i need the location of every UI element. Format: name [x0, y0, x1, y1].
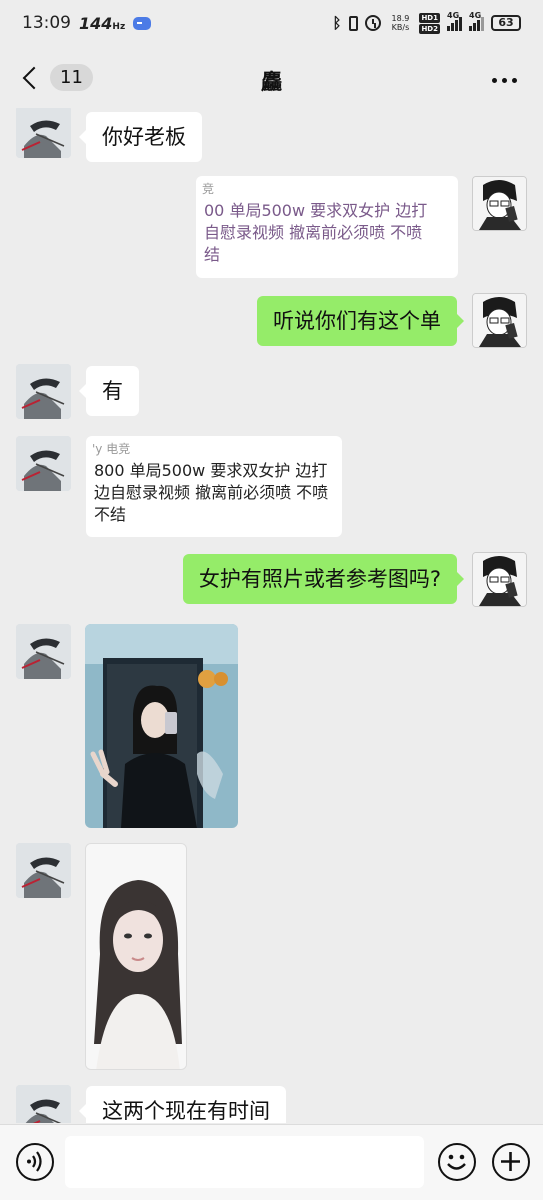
quote-header: 竞 [202, 182, 215, 196]
message-bubble-self[interactable]: 女护有照片或者参考图吗? [182, 554, 465, 604]
contact-avatar[interactable] [16, 1085, 71, 1123]
my-avatar[interactable] [472, 176, 527, 231]
message-bubble-self[interactable]: 听说你们有这个单 [257, 296, 464, 346]
contact-avatar[interactable] [16, 624, 71, 679]
quote-body: 00 单局500w 要求双女护 边打 自慰录视频 撤离前必须喷 不喷 结 [204, 201, 428, 264]
contact-avatar[interactable] [16, 364, 71, 419]
message-bubble-other[interactable]: 这两个现在有时间 [79, 1086, 286, 1123]
voice-icon[interactable] [16, 1143, 54, 1181]
vibrate-icon [349, 15, 359, 31]
more-icon[interactable] [492, 78, 517, 83]
my-avatar[interactable] [472, 552, 527, 607]
refresh-rate: 144Hz [79, 13, 126, 33]
message-bubble-other[interactable]: 有 [79, 366, 139, 416]
status-time: 13:09 [22, 13, 71, 33]
quote-body: 800 单局500w 要求双女护 边打 边自慰录视频 撤离前必须喷 不喷 不结 [94, 461, 329, 524]
my-avatar[interactable] [472, 293, 527, 348]
portrait-photo[interactable] [85, 843, 187, 1070]
signal-icon: 4G [447, 11, 462, 31]
contact-avatar[interactable] [16, 843, 71, 898]
contact-avatar[interactable] [16, 436, 71, 491]
alarm-icon [365, 15, 382, 31]
game-icon [133, 16, 152, 30]
status-bar: 13:09 144Hz ᛒ 18.9 KB/s HD1 HD2 4G 4G 63 [0, 0, 543, 46]
quote-header: 'y 电竞 [92, 442, 131, 456]
emoji-icon[interactable] [438, 1143, 476, 1181]
mirror-selfie-photo[interactable] [85, 624, 238, 828]
back-chevron-icon [22, 66, 46, 89]
network-speed: 18.9 KB/s [391, 14, 410, 32]
plus-icon[interactable] [492, 1143, 530, 1181]
quoted-screenshot-card[interactable]: 竞 00 单局500w 要求双女护 边打 自慰录视频 撤离前必须喷 不喷 结 [196, 176, 458, 278]
quoted-screenshot-card[interactable]: 'y 电竞 800 单局500w 要求双女护 边打 边自慰录视频 撤离前必须喷 … [86, 436, 342, 537]
message-list[interactable]: 你好老板 竞 00 单局500w 要求双女护 边打 自慰录视频 撤离前必须喷 不… [0, 108, 543, 1123]
back-button[interactable]: 11 [20, 64, 93, 91]
unread-count-badge: 11 [50, 64, 93, 91]
message-bubble-other[interactable]: 你好老板 [79, 112, 202, 162]
signal-icon: 4G [469, 11, 484, 31]
chat-header: 11 麤 [0, 52, 543, 108]
contact-avatar[interactable] [16, 108, 71, 158]
input-bar [0, 1124, 543, 1200]
message-input[interactable] [65, 1136, 424, 1188]
hd2-icon: HD2 [419, 23, 440, 34]
bluetooth-icon: ᛒ [332, 14, 342, 32]
hd1-icon: HD1 [419, 12, 440, 23]
battery-icon: 63 [491, 15, 521, 31]
